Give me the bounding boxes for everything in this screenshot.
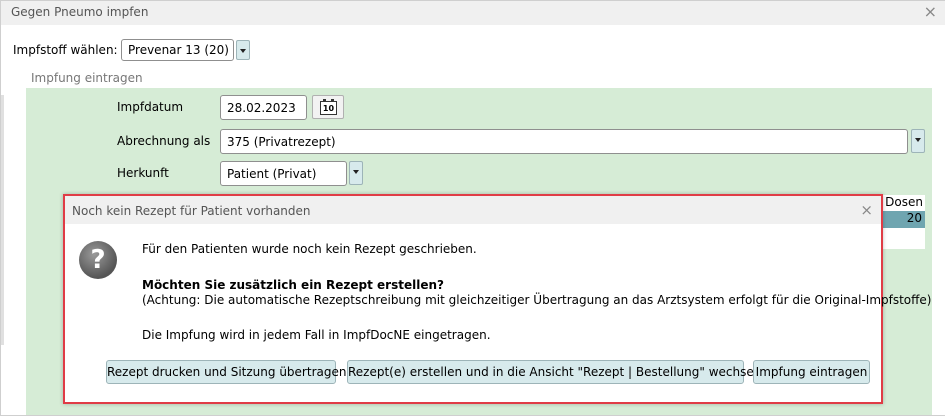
dialog-note: (Achtung: Die automatische Rezeptschreib… <box>142 293 932 307</box>
origin-dropdown-chevron-down-icon[interactable] <box>349 161 363 185</box>
left-divider <box>1 95 4 345</box>
date-input[interactable]: 28.02.2023 <box>220 95 307 120</box>
dialog-close-icon[interactable]: × <box>860 201 873 219</box>
no-prescription-dialog: Noch kein Rezept für Patient vorhanden ×… <box>63 194 931 404</box>
window-title: Gegen Pneumo impfen <box>11 5 149 19</box>
date-label: Impfdatum <box>117 100 184 114</box>
vaccine-label: Impfstoff wählen: <box>13 43 118 57</box>
window-close-icon[interactable]: × <box>924 3 937 21</box>
origin-select[interactable]: Patient (Privat) <box>220 161 347 186</box>
dialog-question: Möchten Sie zusätzlich ein Rezept erstel… <box>142 278 444 292</box>
dialog-info: Die Impfung wird in jedem Fall in ImpfDo… <box>142 328 491 342</box>
dialog-message-line1: Für den Patienten wurde noch kein Rezept… <box>142 242 477 256</box>
calendar-day: 10 <box>322 104 335 113</box>
billing-select[interactable]: 375 (Privatrezept) <box>220 129 908 154</box>
table-cell-doses[interactable]: 20 <box>881 211 925 228</box>
dialog-titlebar: Noch kein Rezept für Patient vorhanden × <box>65 196 881 224</box>
table-empty-area <box>881 228 925 249</box>
billing-dropdown-chevron-down-icon[interactable] <box>911 129 925 153</box>
origin-label: Herkunft <box>117 166 169 180</box>
group-title: Impfung eintragen <box>31 71 143 85</box>
billing-label: Abrechnung als <box>117 134 211 148</box>
enter-vaccination-button[interactable]: Impfung eintragen <box>753 360 870 384</box>
vaccine-select[interactable]: Prevenar 13 (20) <box>121 39 234 61</box>
table-header-doses: Dosen <box>881 195 925 211</box>
create-prescription-button[interactable]: Rezept(e) erstellen und in die Ansicht "… <box>347 360 765 384</box>
calendar-icon[interactable]: 10 <box>312 95 344 119</box>
window-titlebar: Gegen Pneumo impfen × <box>1 1 945 25</box>
dialog-title: Noch kein Rezept für Patient vorhanden <box>72 204 311 218</box>
question-icon: ? <box>79 241 117 279</box>
vaccine-dropdown-chevron-down-icon[interactable] <box>236 40 250 60</box>
print-prescription-button[interactable]: Rezept drucken und Sitzung übertragen <box>106 360 346 384</box>
